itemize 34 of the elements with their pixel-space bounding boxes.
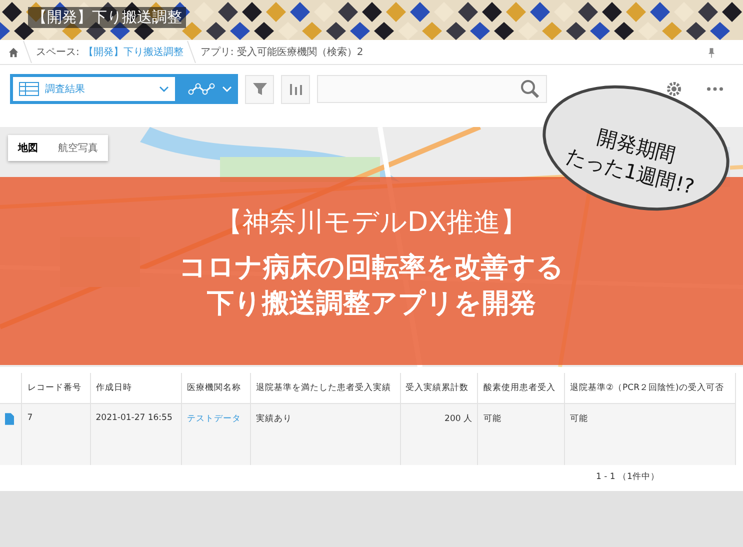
record-link[interactable]: テストデータ [187,414,242,424]
table-cell: 可能 [483,414,502,424]
app-breadcrumb[interactable]: アプリ: 受入可能医療機関（検索）2 [200,45,364,59]
pin-icon[interactable] [708,46,715,58]
table-cell: 2021-01-27 16:55 [96,413,172,423]
filter-icon [252,81,268,97]
line-graph-icon [188,82,216,96]
space-link[interactable]: 【開発】下り搬送調整 [83,45,184,59]
more-icon[interactable] [707,87,723,91]
search-field[interactable] [317,75,547,103]
banner-headline: 下り搬送調整アプリを開発 [207,287,536,321]
search-icon [520,79,540,99]
space-label: スペース: [36,46,80,59]
banner-headline: コロナ病床の回転率を改善する [179,251,564,285]
caret-icon [159,86,169,92]
graph-button[interactable] [178,74,238,104]
settings-icon[interactable] [666,81,682,97]
table-icon [19,82,39,96]
pagination-text: 1 - 1 （1件中） [596,471,660,483]
app-title: 【開発】下り搬送調整 [28,7,186,28]
table-cell: 実績あり [256,414,292,424]
caret-icon [222,86,232,92]
map-type-tab[interactable]: 地図 [8,135,48,161]
bar-chart-icon [288,81,304,97]
filter-button[interactable] [245,74,274,104]
record-icon[interactable] [5,413,14,425]
banner-tag: 【神奈川モデルDX推進】 [215,204,528,240]
table-cell: 200 人 [444,414,472,424]
map-type-tab[interactable]: 航空写真 [48,135,108,161]
table-cell: 可能 [570,414,588,424]
chart-button[interactable] [281,74,310,104]
view-selector[interactable]: 調査結果 [10,74,178,104]
table-cell: 7 [27,413,33,423]
home-icon[interactable] [8,46,19,58]
